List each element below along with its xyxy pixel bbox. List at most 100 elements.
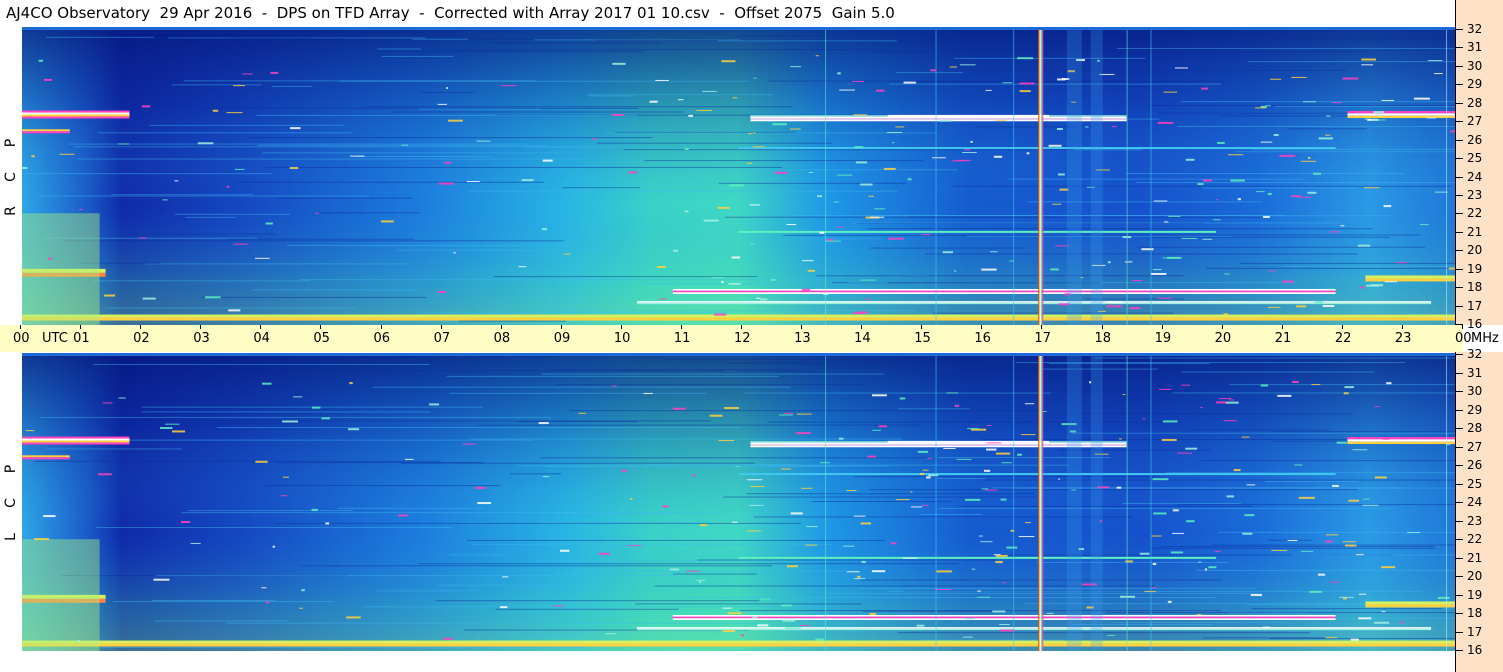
frequency-tick-label: 27 — [1467, 439, 1483, 454]
signal-speckle — [1139, 552, 1150, 555]
spectrogram-texture-line — [1201, 187, 1355, 189]
signal-speckle — [868, 195, 874, 197]
signal-speckle — [234, 168, 245, 170]
signal-speckle — [1161, 438, 1177, 441]
signal-speckle — [711, 277, 724, 279]
signal-speckle — [1019, 90, 1031, 93]
time-tick-label: 03 — [193, 331, 210, 346]
spectrogram-texture-line — [287, 244, 610, 246]
rcp-letter-c: C — [3, 172, 19, 182]
spectrogram-texture-line — [587, 94, 773, 96]
spectrogram-texture-line — [896, 72, 964, 74]
frequency-tick-mark — [1455, 287, 1463, 289]
top-edge-row — [22, 27, 1455, 30]
spectrogram-texture-line — [467, 190, 898, 192]
vertical-interference-line — [1126, 27, 1128, 325]
signal-speckle — [627, 545, 642, 547]
signal-speckle — [502, 576, 509, 578]
frequency-tick-mark — [1455, 213, 1463, 215]
signal-speckle — [1233, 469, 1241, 472]
signal-speckle — [757, 624, 769, 627]
frequency-tick-mark — [1455, 121, 1463, 123]
signal-speckle — [1267, 192, 1272, 195]
signal-speckle — [1314, 301, 1324, 304]
signal-speckle — [837, 72, 841, 75]
signal-speckle — [1255, 107, 1267, 109]
spectrogram-texture-line — [726, 362, 922, 364]
signal-speckle — [1197, 183, 1204, 186]
frequency-tick-mark — [1455, 47, 1463, 49]
signal-speckle — [839, 89, 855, 91]
signal-speckle — [242, 73, 253, 75]
signal-speckle — [1434, 73, 1443, 75]
spectrogram-texture-line — [736, 370, 816, 372]
time-tick-label: 23 — [1394, 331, 1412, 346]
spectrogram-texture-line — [1202, 637, 1325, 639]
signal-speckle — [790, 128, 801, 130]
signal-speckle — [1437, 596, 1450, 599]
frequency-tick-mark — [1455, 354, 1463, 355]
frequency-tick-label: 29 — [1467, 77, 1483, 92]
spectrogram-texture-line — [162, 107, 639, 109]
band-27mhz-night-right — [1347, 441, 1455, 445]
signal-speckle — [838, 437, 844, 440]
spectrogram-texture-line — [637, 169, 958, 171]
signal-speckle — [1302, 101, 1316, 103]
signal-speckle — [659, 298, 667, 300]
vertical-interference-line — [935, 27, 937, 325]
frequency-tick-label: 18 — [1467, 280, 1483, 295]
spectrogram-texture-line — [573, 570, 844, 572]
signal-speckle — [1132, 280, 1143, 282]
signal-speckle — [1374, 476, 1387, 479]
signal-speckle — [985, 89, 992, 91]
vertical-interference-line — [1446, 353, 1448, 651]
signal-speckle — [1246, 484, 1256, 486]
spectrogram-texture-line — [538, 310, 917, 312]
time-tick-mark — [1221, 325, 1223, 329]
frequency-tick-label: 20 — [1467, 569, 1483, 583]
spectrogram-texture-line — [1196, 569, 1455, 571]
signal-speckle — [1352, 449, 1368, 451]
spectrogram-texture-line — [1274, 36, 1455, 38]
signal-speckle — [854, 146, 864, 149]
faint-column — [1066, 353, 1082, 651]
signal-speckle — [1230, 179, 1245, 182]
signal-speckle — [22, 167, 28, 170]
signal-speckle — [1122, 394, 1126, 396]
signal-speckle — [69, 113, 72, 115]
signal-speckle — [228, 309, 241, 312]
signal-speckle — [790, 66, 801, 68]
signal-speckle — [226, 185, 230, 188]
vertical-interference-line — [1446, 27, 1448, 325]
signal-speckle — [1150, 272, 1167, 275]
spectrogram-texture-line — [1201, 460, 1455, 462]
spectrogram-texture-line — [524, 634, 583, 636]
frequency-tick-label: 23 — [1467, 513, 1483, 528]
spectrogram-texture-line — [604, 132, 936, 134]
signal-speckle — [1332, 102, 1342, 104]
signal-speckle — [321, 417, 331, 420]
spectrogram-texture-line — [185, 216, 236, 218]
lcp-letter-p: P — [3, 464, 19, 474]
signal-speckle — [43, 515, 56, 518]
signal-speckle — [977, 590, 982, 592]
signal-speckle — [299, 607, 303, 609]
time-tick-mark — [140, 325, 142, 329]
signal-speckle — [1001, 462, 1012, 464]
spectrogram-texture-line — [437, 584, 555, 586]
spectrogram-texture-line — [1149, 236, 1390, 238]
signal-speckle — [1163, 91, 1178, 93]
spectrogram-texture-line — [226, 622, 758, 624]
signal-speckle — [1291, 76, 1307, 78]
spectrogram-texture-line — [216, 427, 742, 429]
spectrogram-texture-line — [767, 80, 1226, 82]
signal-speckle — [43, 78, 53, 81]
vertical-interference-line — [1013, 27, 1015, 325]
left-edge-glow — [22, 213, 100, 325]
frequency-tick-label: 24 — [1467, 169, 1483, 184]
signal-speckle — [282, 476, 290, 478]
frequency-tick-label: 21 — [1467, 550, 1483, 565]
frequency-tick-mark — [1455, 594, 1463, 596]
spectrogram-texture-line — [277, 197, 413, 199]
signal-speckle — [922, 469, 929, 471]
